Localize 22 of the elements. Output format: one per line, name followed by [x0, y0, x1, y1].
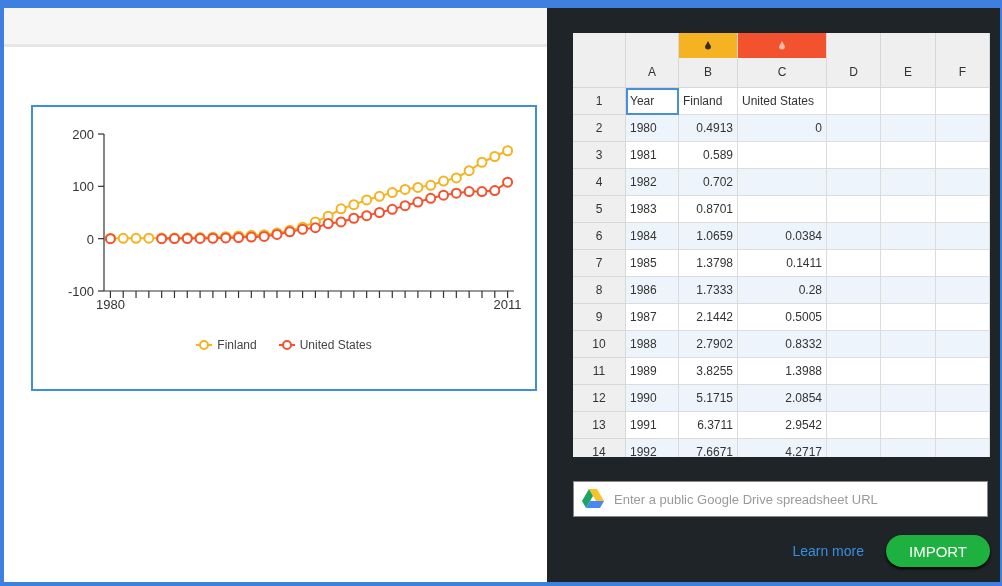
- x-tick-label: 2011: [493, 297, 522, 312]
- y-tick-label: 100: [72, 179, 94, 195]
- row-number: 4: [573, 169, 626, 196]
- row-number: 12: [573, 385, 626, 412]
- legend-label: United States: [299, 338, 372, 352]
- row-number: 9: [573, 304, 626, 331]
- row-number: 8: [573, 277, 626, 304]
- row-number: 10: [573, 331, 626, 358]
- y-tick-label: 0: [86, 231, 94, 247]
- y-tick-label: -100: [67, 284, 94, 299]
- x-tick-label: 1980: [95, 297, 125, 312]
- row-number: 2: [573, 115, 626, 142]
- row-number: 13: [573, 412, 626, 439]
- row-number: 14: [573, 439, 626, 457]
- legend-label: Finland: [217, 338, 257, 352]
- row-number: 11: [573, 358, 626, 385]
- row-number: 1: [573, 88, 626, 115]
- row-number: 5: [573, 196, 626, 223]
- y-tick-label: 200: [72, 127, 94, 142]
- row-number: 3: [573, 142, 626, 169]
- row-number: 6: [573, 223, 626, 250]
- row-number: 7: [573, 250, 626, 277]
